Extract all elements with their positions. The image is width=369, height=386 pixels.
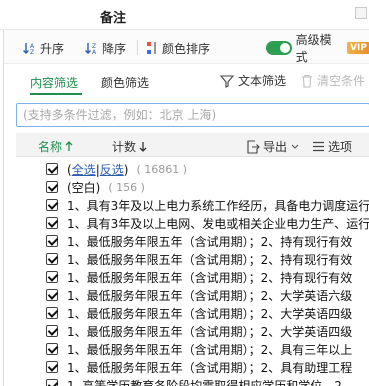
chevron-down-icon bbox=[291, 144, 299, 149]
column-name-label: 名称 bbox=[38, 140, 63, 154]
list-item-label: 1、最低服务年限五年（含试用期）；2、持有现行有效 bbox=[67, 270, 353, 285]
toolbar-divider bbox=[137, 40, 138, 55]
list-item[interactable]: 1、最低服务年限五年（含试用期）；2、具有三年以上 bbox=[16, 340, 369, 358]
item-count: ( 156 ) bbox=[108, 180, 145, 194]
advanced-mode-label: 高级模式 bbox=[295, 33, 332, 64]
vip-badge: VIP bbox=[347, 42, 369, 54]
export-button[interactable]: 导出 bbox=[246, 138, 302, 155]
checkbox[interactable] bbox=[46, 307, 58, 319]
column-header: 名称 计数 导出 选项 bbox=[16, 133, 369, 157]
list-item-label: 1、最低服务年限五年（含试用期）；2、持有现行有效 bbox=[67, 252, 353, 267]
select-all-link[interactable]: 全选 bbox=[72, 163, 96, 177]
list-item-label: 1. 高等学历教育各阶段均需取得相应学历和学位。2. bbox=[67, 378, 346, 386]
sort-desc-label: 降序 bbox=[102, 41, 127, 56]
list-item[interactable]: 1. 高等学历教育各阶段均需取得相应学历和学位。2. bbox=[16, 376, 369, 386]
options-button[interactable]: 选项 bbox=[312, 138, 352, 155]
column-count-label: 计数 bbox=[112, 140, 137, 154]
list-item-label: 1、最低服务年限五年（含试用期）；2、大学英语六级 bbox=[67, 288, 353, 303]
color-sort-icon bbox=[147, 42, 156, 54]
checkbox[interactable] bbox=[46, 181, 58, 193]
export-icon bbox=[247, 139, 260, 154]
checkbox[interactable] bbox=[46, 199, 58, 211]
tab-color-filter[interactable]: 颜色筛选 bbox=[101, 74, 149, 91]
list-item[interactable]: 1、最低服务年限五年（含试用期）；2、大学英语六级 bbox=[16, 286, 369, 304]
checkbox[interactable] bbox=[46, 343, 58, 355]
column-name-sort[interactable]: 名称 bbox=[38, 138, 76, 155]
toolbar: A Z 升序 Z A 降序 颜色排序 高级模式 VIP bbox=[4, 30, 369, 64]
list-item[interactable]: 1、最低服务年限五年（含试用期）；2、大学英语四级 bbox=[16, 304, 369, 322]
arrow-down-icon bbox=[139, 142, 147, 152]
color-sort-button[interactable]: 颜色排序 bbox=[146, 39, 210, 57]
sort-desc-button[interactable]: Z A 降序 bbox=[84, 39, 126, 57]
page-title: 备注 bbox=[100, 11, 127, 26]
list-item[interactable]: 1、最低服务年限五年（含试用期）；2、持有现行有效 bbox=[16, 268, 369, 286]
header-bar: 备注 bbox=[0, 0, 369, 30]
list-item-label: 1、最低服务年限五年（含试用期）；2、大学英语四级 bbox=[67, 324, 353, 339]
text-filter-label: 文本筛选 bbox=[238, 74, 287, 88]
tab-underline bbox=[30, 93, 82, 95]
list-item[interactable]: 1、最低服务年限五年（含试用期）；2、具有助理工程 bbox=[16, 358, 369, 376]
search-box bbox=[16, 103, 369, 127]
checkbox[interactable] bbox=[46, 253, 58, 265]
list-item-label: 1、最低服务年限五年（含试用期）；2、持有现行有效 bbox=[67, 234, 353, 249]
list-item-select-all[interactable]: (全选|反选) ( 16861 ) bbox=[16, 160, 369, 178]
menu-icon bbox=[313, 141, 324, 152]
sort-asc-button[interactable]: A Z 升序 bbox=[22, 39, 64, 57]
checkbox[interactable] bbox=[46, 379, 58, 386]
invert-selection-link[interactable]: 反选 bbox=[100, 163, 124, 177]
toggle-switch[interactable] bbox=[266, 41, 292, 55]
filter-value-list: (全选|反选) ( 16861 ) (空白) ( 156 ) 1、具有3年及以上… bbox=[16, 158, 369, 386]
list-item-label: 1、具有3年及以上电网、发电或相关企业电力生产、运行 bbox=[67, 216, 369, 231]
filter-panel: A Z 升序 Z A 降序 颜色排序 高级模式 VIP 内容筛选 颜色筛选 文本… bbox=[3, 30, 369, 386]
list-item[interactable]: 1、具有3年及以上电力系统工作经历，具备电力调度运行 bbox=[16, 196, 369, 214]
list-item-label: 1、最低服务年限五年（含试用期）；2、大学英语四级 bbox=[67, 306, 353, 321]
checkbox[interactable] bbox=[46, 361, 58, 373]
advanced-mode-toggle[interactable]: 高级模式 VIP bbox=[266, 33, 369, 64]
list-item-label: 1、最低服务年限五年（含试用期）；2、具有助理工程 bbox=[67, 360, 353, 375]
sort-asc-label: 升序 bbox=[40, 41, 65, 56]
clear-filter-label: 清空条件 bbox=[317, 74, 366, 88]
checkbox[interactable] bbox=[46, 163, 58, 175]
text-filter-button[interactable]: 文本筛选 bbox=[220, 72, 286, 89]
trash-icon bbox=[302, 74, 312, 88]
sort-desc-icon: Z A bbox=[85, 43, 97, 55]
checkbox[interactable] bbox=[46, 289, 58, 301]
arrow-up-icon bbox=[65, 141, 73, 151]
filter-tabs: 内容筛选 颜色筛选 文本筛选 清空条件 bbox=[4, 66, 369, 96]
clear-filter-button[interactable]: 清空条件 bbox=[301, 72, 365, 89]
list-item[interactable]: 1、最低服务年限五年（含试用期）；2、持有现行有效 bbox=[16, 232, 369, 250]
funnel-icon bbox=[220, 74, 234, 88]
list-item-label: 1、最低服务年限五年（含试用期）；2、具有三年以上 bbox=[67, 342, 353, 357]
list-item-blank[interactable]: (空白) ( 156 ) bbox=[16, 178, 369, 196]
checkbox[interactable] bbox=[46, 271, 58, 283]
checkbox[interactable] bbox=[46, 235, 58, 247]
list-item[interactable]: 1、具有3年及以上电网、发电或相关企业电力生产、运行 bbox=[16, 214, 369, 232]
list-item[interactable]: 1、最低服务年限五年（含试用期）；2、持有现行有效 bbox=[16, 250, 369, 268]
checkbox[interactable] bbox=[46, 217, 58, 229]
svg-text:A: A bbox=[92, 49, 97, 55]
options-label: 选项 bbox=[328, 140, 353, 154]
checkbox[interactable] bbox=[46, 325, 58, 337]
item-count: ( 16861 ) bbox=[136, 162, 188, 176]
svg-text:Z: Z bbox=[30, 49, 34, 55]
sort-asc-icon: A Z bbox=[23, 43, 35, 55]
list-item-label: (空白) bbox=[67, 180, 101, 195]
tab-content-filter[interactable]: 内容筛选 bbox=[30, 74, 78, 91]
list-item[interactable]: 1、最低服务年限五年（含试用期）；2、大学英语四级 bbox=[16, 322, 369, 340]
list-item-label: 1、具有3年及以上电力系统工作经历，具备电力调度运行 bbox=[67, 198, 369, 213]
color-sort-label: 颜色排序 bbox=[162, 41, 211, 56]
dropdown-button[interactable] bbox=[355, 7, 367, 19]
export-label: 导出 bbox=[263, 140, 288, 154]
search-input[interactable] bbox=[17, 104, 369, 126]
column-count-sort[interactable]: 计数 bbox=[112, 138, 150, 155]
